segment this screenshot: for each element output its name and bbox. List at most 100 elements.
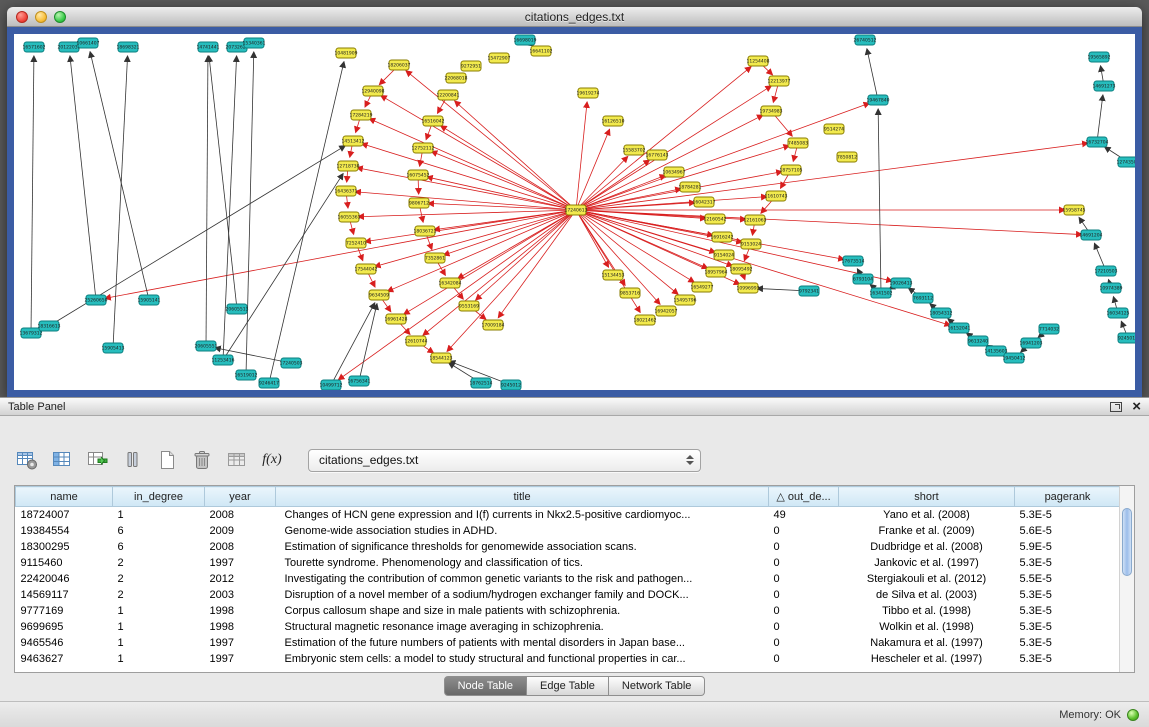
float-panel-icon[interactable] <box>1110 402 1122 412</box>
graph-node[interactable]: 9792341 <box>799 286 819 296</box>
column-header[interactable]: pagerank <box>1015 487 1121 507</box>
graph-node[interactable]: 7693112 <box>913 293 933 303</box>
graph-node[interactable]: 9613240 <box>968 336 988 346</box>
graph-node[interactable]: 7485083 <box>788 138 808 148</box>
graph-node[interactable]: 15905413 <box>102 343 125 353</box>
table-row[interactable]: 969969511998Structural magnetic resonanc… <box>16 619 1121 635</box>
graph-node[interactable]: 16055361 <box>338 212 361 222</box>
close-panel-icon[interactable]: × <box>1132 400 1141 414</box>
table-row[interactable]: 946554611997Estimation of the future num… <box>16 635 1121 651</box>
graph-node[interactable]: 16519012 <box>235 370 258 380</box>
graph-node[interactable]: 17673514 <box>842 256 865 266</box>
graph-edge-black[interactable] <box>209 56 237 309</box>
graph-edge-black[interactable] <box>867 49 878 100</box>
graph-node[interactable]: 6793104 <box>853 274 873 284</box>
tab-network-table[interactable]: Network Table <box>609 676 706 696</box>
table-row[interactable]: 946362711997Embryonic stem cells: a mode… <box>16 651 1121 667</box>
create-column-button[interactable] <box>82 445 112 475</box>
graph-node[interactable]: 9514274 <box>824 124 844 134</box>
graph-node[interactable]: 16732704 <box>1086 137 1109 147</box>
graph-node[interactable]: 17284219 <box>350 110 373 120</box>
graph-node[interactable]: 18957964 <box>705 267 728 277</box>
graph-node[interactable]: 18698321 <box>117 42 140 52</box>
graph-node[interactable]: 17009184 <box>482 320 505 330</box>
tab-node-table[interactable]: Node Table <box>444 676 527 696</box>
graph-node[interactable]: 16641102 <box>530 46 553 56</box>
graph-node[interactable]: 16942057 <box>655 306 678 316</box>
graph-node[interactable]: 18021462 <box>634 315 657 325</box>
function-builder-button[interactable]: f(x) <box>257 445 287 475</box>
graph-node[interactable]: 17544042 <box>355 264 378 274</box>
table-mode-button[interactable] <box>12 445 42 475</box>
graph-node[interactable]: 11610743 <box>765 191 788 201</box>
graph-node[interactable]: 17240613 <box>565 205 588 215</box>
graph-node[interactable]: 25260650 <box>85 295 108 305</box>
graph-edge-red[interactable] <box>358 210 576 217</box>
graph-edge-red[interactable] <box>406 71 576 210</box>
graph-node[interactable]: 10499712 <box>320 380 343 390</box>
graph-node[interactable]: 16941203 <box>1020 338 1043 348</box>
table-scrollbar[interactable] <box>1119 486 1134 672</box>
graph-edge-red[interactable] <box>369 119 576 210</box>
table-row[interactable]: 1938455462009Genome-wide association stu… <box>16 523 1121 539</box>
graph-edge-red[interactable] <box>357 168 576 210</box>
graph-node[interactable]: 7352861 <box>425 253 445 263</box>
graph-node[interactable]: 18206037 <box>388 60 411 70</box>
graph-edge-red[interactable] <box>576 115 763 210</box>
graph-node[interactable]: 18784281 <box>679 182 702 192</box>
column-header[interactable]: in_degree <box>113 487 205 507</box>
close-window-button[interactable] <box>16 11 28 23</box>
column-header[interactable]: title <box>276 487 769 507</box>
graph-node[interactable]: 15472907 <box>488 53 511 63</box>
graph-node[interactable]: 15495796 <box>674 295 697 305</box>
graph-node[interactable]: 19734983 <box>760 106 783 116</box>
zoom-window-button[interactable] <box>54 11 66 23</box>
graph-node[interactable]: 16341502 <box>870 288 893 298</box>
graph-node[interactable]: 12752112 <box>412 143 435 153</box>
graph-node[interactable]: 19450412 <box>1003 353 1026 363</box>
graph-edge-red[interactable] <box>576 86 771 210</box>
graph-edge-black[interactable] <box>1097 95 1103 142</box>
graph-node[interactable]: 10974389 <box>1100 283 1123 293</box>
table-row[interactable]: 911546021997Tourette syndrome. Phenomeno… <box>16 555 1121 571</box>
graph-edge-black[interactable] <box>246 52 254 375</box>
graph-node[interactable]: 22068018 <box>445 73 468 83</box>
graph-node[interactable]: 12200841 <box>437 90 460 100</box>
graph-edge-red[interactable] <box>362 144 576 210</box>
graph-node[interactable]: 18095492 <box>730 264 753 274</box>
graph-node[interactable]: 17240503 <box>280 358 303 368</box>
graph-node[interactable]: 26740512 <box>854 35 877 45</box>
tab-edge-table[interactable]: Edge Table <box>527 676 609 696</box>
graph-edge-red[interactable] <box>476 210 576 300</box>
graph-node[interactable]: 20605551 <box>195 341 218 351</box>
network-selector-dropdown[interactable]: citations_edges.txt <box>308 449 701 472</box>
graph-node[interactable]: 12940098 <box>362 86 385 96</box>
graph-node[interactable]: 16075452 <box>407 170 430 180</box>
graph-node[interactable]: 12160542 <box>704 214 727 224</box>
graph-node[interactable]: 16042317 <box>693 197 716 207</box>
graph-edge-black[interactable] <box>223 174 343 360</box>
graph-edge-red[interactable] <box>431 151 576 210</box>
graph-node[interactable]: 14741441 <box>197 42 220 52</box>
graph-node[interactable]: 10481909 <box>335 48 358 58</box>
graph-node[interactable]: 16516042 <box>422 116 445 126</box>
graph-node[interactable]: 16756341 <box>348 376 371 386</box>
graph-node[interactable]: 9553169 <box>459 301 479 311</box>
graph-node[interactable]: 7714032 <box>1039 324 1059 334</box>
graph-edge-red[interactable] <box>576 210 1082 235</box>
graph-node[interactable]: 16436371 <box>335 186 358 196</box>
graph-node[interactable]: 14513412 <box>342 136 365 146</box>
graph-edge-black[interactable] <box>70 56 96 300</box>
graph-edge-red[interactable] <box>576 146 789 210</box>
minimize-window-button[interactable] <box>35 11 47 23</box>
graph-edge-black[interactable] <box>206 56 208 346</box>
graph-node[interactable]: 17210503 <box>1095 266 1118 276</box>
graph-edge-red[interactable] <box>387 210 576 291</box>
graph-edge-red[interactable] <box>434 210 576 230</box>
graph-node[interactable]: 12161063 <box>744 215 767 225</box>
graph-node[interactable]: 16698019 <box>514 35 537 45</box>
graph-node[interactable]: 15340361 <box>243 38 266 48</box>
graph-node[interactable]: 16126510 <box>602 116 625 126</box>
graph-node[interactable]: 18757105 <box>780 165 803 175</box>
graph-node[interactable]: 18762514 <box>470 378 493 388</box>
